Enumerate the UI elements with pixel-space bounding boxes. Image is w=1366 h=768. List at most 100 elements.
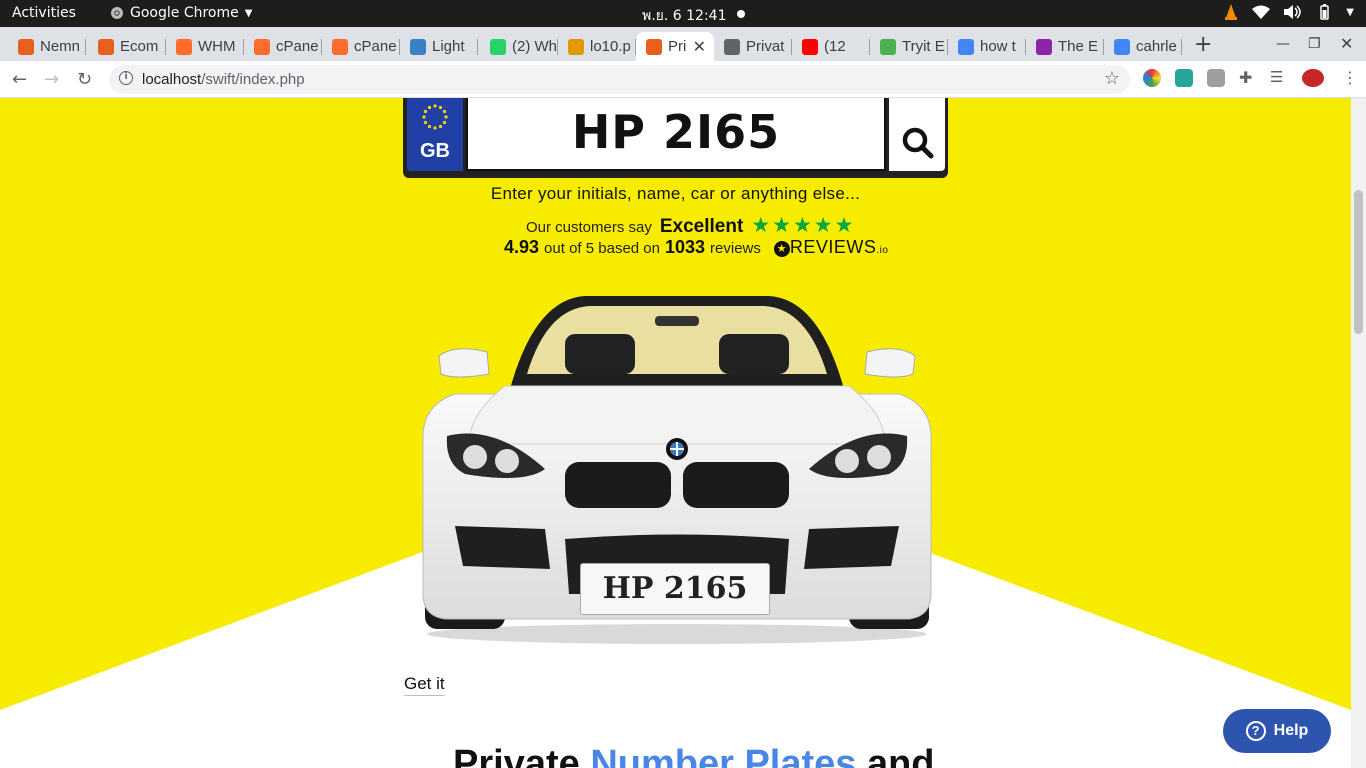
tab[interactable]: cPane: [322, 32, 400, 61]
page-scrollbar[interactable]: [1351, 98, 1366, 768]
notification-dot: [737, 10, 745, 18]
url-path: /swift/index.php: [201, 71, 305, 88]
eu-star: [423, 120, 428, 125]
get-it-button[interactable]: Get it: [403, 674, 446, 696]
tab[interactable]: Tryit E: [870, 32, 948, 61]
app-name: Google Chrome: [130, 5, 239, 21]
reviews-prefix: Our customers say: [526, 219, 652, 236]
tab-label: (2) Wh: [512, 38, 557, 55]
plate-search-hint: Enter your initials, name, car or anythi…: [490, 184, 861, 203]
chevron-down-icon: ▼: [244, 7, 253, 19]
vlc-icon[interactable]: [1224, 4, 1238, 20]
tab[interactable]: (2) Wh: [480, 32, 558, 61]
tab-label: The E: [1058, 38, 1099, 55]
tab-separator: [85, 39, 86, 55]
help-button[interactable]: ? Help: [1223, 709, 1331, 753]
plate-search-input[interactable]: HP 2I65: [466, 98, 886, 171]
headline-highlight[interactable]: Number Plates: [590, 743, 856, 768]
eu-stars-icon: [422, 104, 448, 130]
tab[interactable]: Privat: [714, 32, 792, 61]
tab[interactable]: cahrle: [1104, 32, 1182, 61]
tab[interactable]: how t: [948, 32, 1026, 61]
system-tray[interactable]: ▼: [1224, 4, 1354, 20]
tab[interactable]: Light: [400, 32, 478, 61]
chrome-icon: [111, 7, 123, 19]
eu-star: [438, 124, 443, 129]
tab-favicon-icon: [724, 38, 740, 55]
close-window-button[interactable]: ✕: [1340, 34, 1353, 53]
tab[interactable]: Pri ✕: [636, 32, 714, 61]
app-menu[interactable]: Google Chrome ▼: [110, 5, 252, 21]
tab-label: Nemn: [40, 38, 81, 55]
url-text[interactable]: localhost/swift/index.php: [142, 71, 305, 88]
scrollbar-thumb[interactable]: [1354, 190, 1363, 334]
reviews-score[interactable]: 4.93 out of 5 based on 1033 reviews ★ REV…: [504, 237, 888, 258]
tab-favicon-icon: [410, 38, 426, 55]
eu-star: [433, 104, 437, 108]
new-tab-button[interactable]: +: [1194, 32, 1212, 57]
review-score: 4.93: [504, 237, 540, 257]
tab[interactable]: (12: [792, 32, 870, 61]
reviews-summary: Our customers say Excellent ★★★★★: [526, 213, 855, 238]
tab-favicon-icon: [490, 38, 506, 55]
bookmark-star-icon[interactable]: ☆: [1104, 68, 1120, 89]
tab-label: Pri: [668, 38, 687, 55]
media-queue-icon[interactable]: ☰: [1270, 68, 1288, 86]
reviews-logo-suffix: .io: [876, 245, 889, 256]
tab-separator: [477, 39, 478, 55]
star-circle-icon: ★: [773, 241, 790, 257]
tab-close-icon[interactable]: ✕: [693, 37, 706, 57]
tab-favicon-icon: [1114, 38, 1130, 55]
reviews-io-logo[interactable]: ★ REVIEWS.io: [773, 237, 889, 258]
review-out-of: out of 5 based on: [544, 240, 660, 257]
tab-label: (12: [824, 38, 846, 55]
tab-label: Privat: [746, 38, 785, 55]
puzzle-extensions-icon[interactable]: ✚: [1239, 68, 1257, 87]
tab[interactable]: cPane: [244, 32, 322, 61]
tab[interactable]: lo10.p: [558, 32, 636, 61]
tab[interactable]: WHM: [166, 32, 244, 61]
tab-favicon-icon: [18, 38, 34, 55]
url-host: localhost: [142, 71, 202, 88]
tab-separator: [1181, 39, 1182, 55]
profile-avatar-icon[interactable]: [1302, 69, 1324, 87]
reload-button[interactable]: ↻: [77, 69, 92, 90]
download-extension-icon[interactable]: [1207, 69, 1225, 87]
info-icon[interactable]: i: [119, 71, 133, 85]
page-viewport: GB HP 2I65 Enter your initials, name, ca…: [0, 98, 1351, 768]
tab[interactable]: The E: [1026, 32, 1104, 61]
tab-favicon-icon: [254, 38, 270, 55]
tab-favicon-icon: [880, 38, 896, 55]
tab[interactable]: Ecom: [88, 32, 166, 61]
minimize-button[interactable]: —: [1276, 36, 1290, 52]
tab-favicon-icon: [958, 38, 974, 55]
restore-button[interactable]: ❐: [1308, 36, 1321, 52]
tab-favicon-icon: [568, 38, 584, 55]
section-headline: Private Number Plates and: [453, 743, 935, 768]
eu-star: [442, 109, 447, 114]
rating-stars: ★★★★★: [751, 214, 856, 237]
eu-star: [438, 105, 443, 110]
color-picker-extension-icon[interactable]: [1143, 69, 1161, 87]
eu-star: [442, 120, 447, 125]
plate-search-button[interactable]: [889, 98, 945, 171]
wifi-icon: [1252, 5, 1271, 19]
chrome-menu-icon[interactable]: ⋮: [1342, 68, 1360, 87]
power-menu-icon[interactable]: ▼: [1346, 7, 1354, 18]
question-icon: ?: [1245, 721, 1266, 741]
tab-favicon-icon: [802, 38, 818, 55]
clock[interactable]: พ.ย. 6 12:41: [642, 5, 727, 27]
activities-button[interactable]: Activities: [12, 5, 76, 21]
tab-label: Ecom: [120, 38, 159, 55]
plate-country-code: GB: [420, 140, 450, 162]
eu-star: [427, 105, 432, 110]
plate-search-bar: GB HP 2I65: [403, 98, 948, 178]
tab-label: how t: [980, 38, 1016, 55]
tab[interactable]: Nemn: [8, 32, 86, 61]
address-bar[interactable]: i localhost/swift/index.php ☆: [109, 65, 1130, 94]
image-extension-icon[interactable]: [1175, 69, 1193, 87]
tab-label: cPane: [276, 38, 319, 55]
forward-button[interactable]: →: [44, 69, 59, 90]
tab-label: Light: [432, 38, 465, 55]
back-button[interactable]: ←: [12, 69, 27, 90]
